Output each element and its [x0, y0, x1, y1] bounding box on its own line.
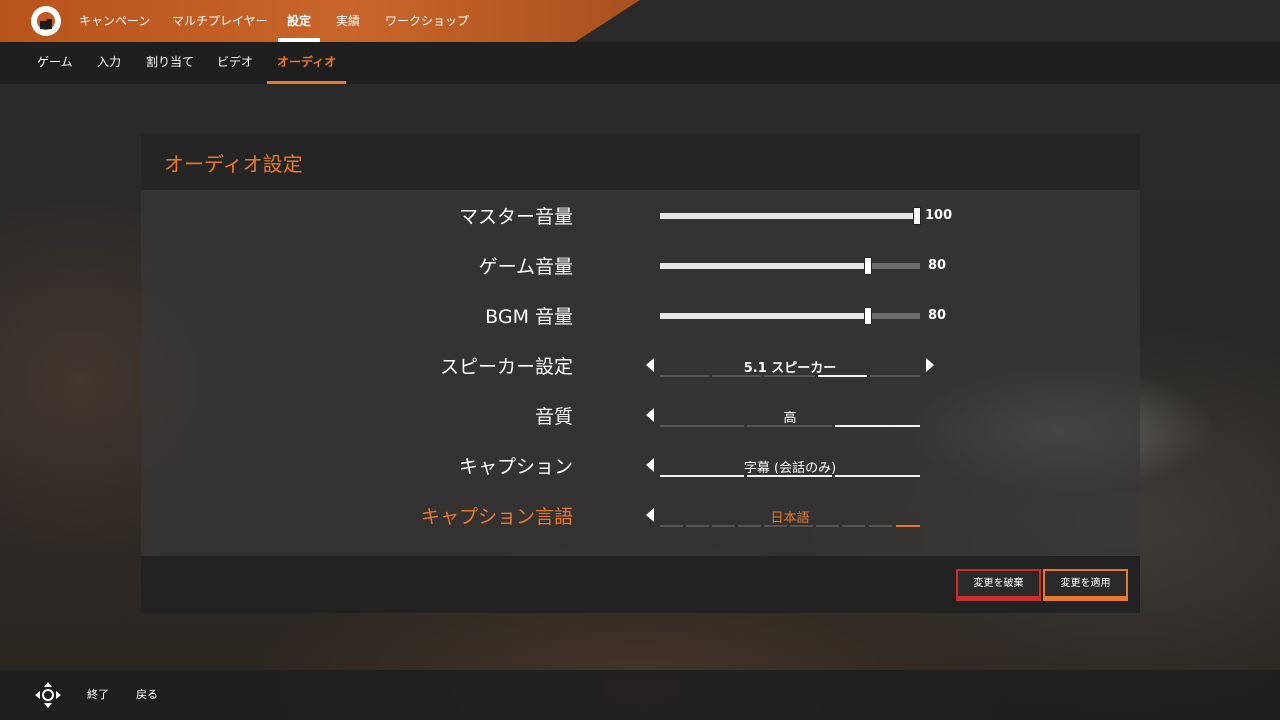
- quality-prev-arrow-icon[interactable]: [646, 408, 654, 422]
- setting-label-quality: 音質: [534, 406, 573, 428]
- caption-language-value: 日本語: [770, 511, 810, 526]
- setting-label-game-volume: ゲーム音量: [478, 256, 573, 278]
- option-segment: [660, 425, 744, 427]
- option-segment: [764, 375, 815, 377]
- option-segment: [747, 475, 832, 477]
- caption-language-prev-arrow-icon[interactable]: [646, 508, 654, 522]
- settings-panel: [141, 190, 1140, 556]
- captions-value: 字幕 (会話のみ): [743, 461, 837, 476]
- option-segment: [660, 375, 709, 377]
- master-volume-value: 100: [925, 208, 953, 223]
- slider-handle[interactable]: [913, 207, 922, 225]
- tab-campaign[interactable]: キャンペーン: [79, 0, 150, 42]
- option-segment: [712, 525, 735, 527]
- tab-multiplayer[interactable]: マルチプレイヤー: [172, 0, 268, 42]
- setting-label-caption-language: キャプション言語: [420, 506, 573, 528]
- captions-prev-arrow-icon[interactable]: [646, 458, 654, 472]
- option-segment: [790, 525, 813, 527]
- tab-achievements[interactable]: 実績: [336, 0, 360, 42]
- option-segment-selected: [818, 375, 867, 377]
- option-segment: [660, 475, 744, 477]
- option-segment: [686, 525, 709, 527]
- slider-handle[interactable]: [864, 257, 872, 275]
- slider-fill: [660, 213, 920, 219]
- subtab-bindings[interactable]: 割り当て: [146, 42, 194, 84]
- back-hint[interactable]: 戻る: [136, 686, 158, 702]
- option-segment: [738, 525, 761, 527]
- option-segment: [747, 425, 832, 427]
- quality-value: 高: [783, 411, 797, 426]
- option-segment-selected: [896, 525, 920, 527]
- subtab-audio[interactable]: オーディオ: [266, 42, 347, 84]
- tab-workshop[interactable]: ワークショップ: [385, 0, 469, 42]
- setting-label-speaker: スピーカー設定: [439, 356, 573, 378]
- game-logo-icon: [31, 6, 61, 36]
- subtab-game[interactable]: ゲーム: [37, 42, 73, 84]
- speaker-prev-arrow-icon[interactable]: [646, 358, 654, 372]
- slider-handle[interactable]: [864, 307, 872, 325]
- panel-title: オーディオ設定: [164, 152, 303, 176]
- option-segment: [869, 525, 892, 527]
- dpad-icon: [35, 682, 61, 708]
- subtab-video[interactable]: ビデオ: [217, 42, 253, 84]
- option-segment: [660, 525, 683, 527]
- master-volume-slider[interactable]: [660, 207, 922, 225]
- option-segment-selected: [835, 425, 920, 427]
- setting-label-captions: キャプション: [458, 456, 573, 478]
- slider-fill: [660, 313, 868, 319]
- bottom-hint-bar: [0, 670, 1280, 720]
- setting-label-master-volume: マスター音量: [458, 206, 573, 228]
- option-segment: [870, 375, 920, 377]
- option-segment: [712, 375, 761, 377]
- bgm-volume-slider[interactable]: [660, 307, 920, 325]
- discard-changes-button[interactable]: 変更を破棄: [956, 569, 1041, 601]
- option-segment: [842, 525, 865, 527]
- apply-changes-button[interactable]: 変更を適用: [1043, 569, 1128, 601]
- speaker-next-arrow-icon[interactable]: [926, 358, 934, 372]
- game-volume-value: 80: [928, 258, 947, 273]
- slider-fill: [660, 263, 868, 269]
- exit-hint[interactable]: 終了: [87, 686, 109, 702]
- game-volume-slider[interactable]: [660, 257, 920, 275]
- subtab-input[interactable]: 入力: [97, 42, 121, 84]
- option-segment: [816, 525, 839, 527]
- option-segment-selected: [835, 475, 920, 477]
- setting-label-bgm-volume: BGM 音量: [485, 306, 573, 328]
- speaker-value: 5.1 スピーカー: [743, 361, 837, 376]
- option-segment: [764, 525, 787, 527]
- tab-settings[interactable]: 設定: [277, 0, 321, 42]
- bgm-volume-value: 80: [928, 308, 947, 323]
